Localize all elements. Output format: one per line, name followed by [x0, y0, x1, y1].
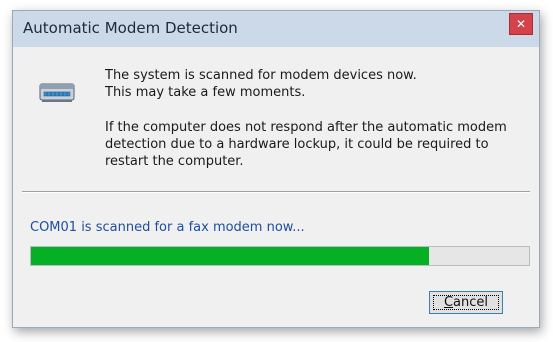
cancel-button[interactable]: Cancel [429, 291, 503, 314]
modem-icon [39, 83, 75, 102]
cancel-label: Cancel [444, 295, 488, 310]
window-title: Automatic Modem Detection [23, 19, 238, 37]
close-icon: ✕ [515, 17, 527, 31]
title-bar[interactable]: Automatic Modem Detection ✕ [13, 11, 539, 47]
scan-message: The system is scanned for modem devices … [105, 67, 535, 101]
cancel-access-key: C [443, 295, 454, 310]
scan-message-line2: This may take a few moments. [105, 85, 306, 100]
progress-fill [31, 247, 430, 265]
cancel-label-rest: ancel [453, 295, 489, 310]
progress-bar [30, 246, 530, 266]
divider [22, 191, 530, 193]
lockup-warning: If the computer does not respond after t… [105, 120, 507, 169]
close-button[interactable]: ✕ [509, 13, 533, 35]
dialog-window: Automatic Modem Detection ✕ The system i… [12, 10, 540, 328]
scan-message-line1: The system is scanned for modem devices … [105, 68, 417, 83]
status-text: COM01 is scanned for a fax modem now... [30, 220, 305, 235]
